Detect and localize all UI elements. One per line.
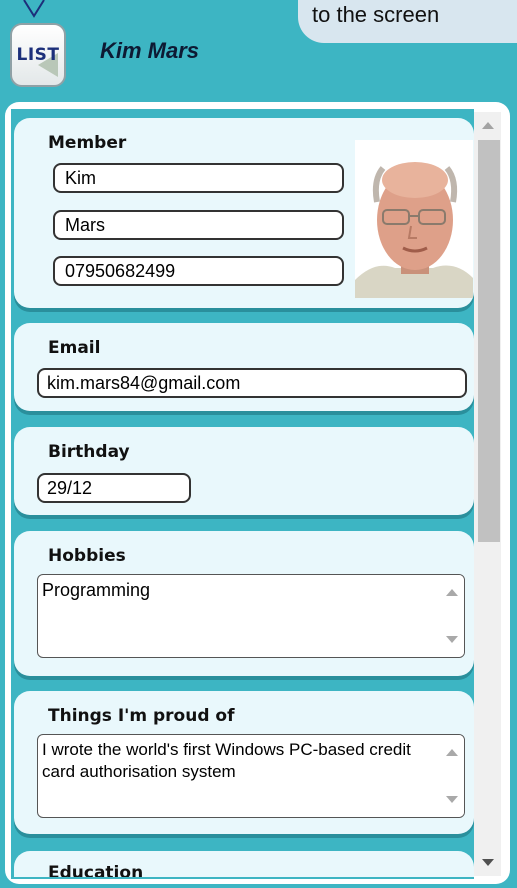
page-title: Kim Mars bbox=[100, 38, 200, 63]
scroll-down-icon[interactable] bbox=[446, 796, 458, 803]
tooltip-text: to the screen bbox=[312, 2, 440, 27]
proud-of-label: Things I'm proud of bbox=[48, 706, 235, 726]
avatar bbox=[355, 140, 473, 298]
scroll-up-icon[interactable] bbox=[446, 749, 458, 756]
list-button-label: LIST bbox=[16, 45, 60, 65]
hobbies-scrollbar[interactable] bbox=[438, 575, 464, 657]
proud-of-textarea[interactable]: I wrote the world's first Windows PC-bas… bbox=[37, 734, 465, 818]
hobbies-text: Programming bbox=[42, 580, 151, 600]
member-label: Member bbox=[48, 133, 127, 153]
main-scrollbar[interactable] bbox=[474, 112, 501, 876]
scroll-up-icon[interactable] bbox=[446, 589, 458, 596]
last-name-field[interactable]: Mars bbox=[53, 210, 344, 240]
phone-field[interactable]: 07950682499 bbox=[53, 256, 344, 286]
proud-of-scrollbar[interactable] bbox=[438, 735, 464, 817]
pointer-arrow-icon bbox=[23, 0, 45, 18]
education-label: Education bbox=[48, 863, 144, 877]
email-label: Email bbox=[48, 338, 101, 358]
hobbies-label: Hobbies bbox=[48, 546, 126, 566]
email-field[interactable]: kim.mars84@gmail.com bbox=[37, 368, 467, 398]
scroll-up-icon[interactable] bbox=[482, 122, 494, 129]
member-photo-icon bbox=[355, 140, 473, 298]
birthday-label: Birthday bbox=[48, 442, 130, 462]
proud-of-text: I wrote the world's first Windows PC-bas… bbox=[42, 740, 411, 781]
first-name-field[interactable]: Kim bbox=[53, 163, 344, 193]
birthday-field[interactable]: 29/12 bbox=[37, 473, 191, 503]
scroll-down-icon[interactable] bbox=[446, 636, 458, 643]
hobbies-textarea[interactable]: Programming bbox=[37, 574, 465, 658]
scrollbar-thumb[interactable] bbox=[478, 140, 500, 542]
list-button[interactable]: LIST bbox=[10, 23, 66, 87]
scroll-down-icon[interactable] bbox=[482, 859, 494, 866]
